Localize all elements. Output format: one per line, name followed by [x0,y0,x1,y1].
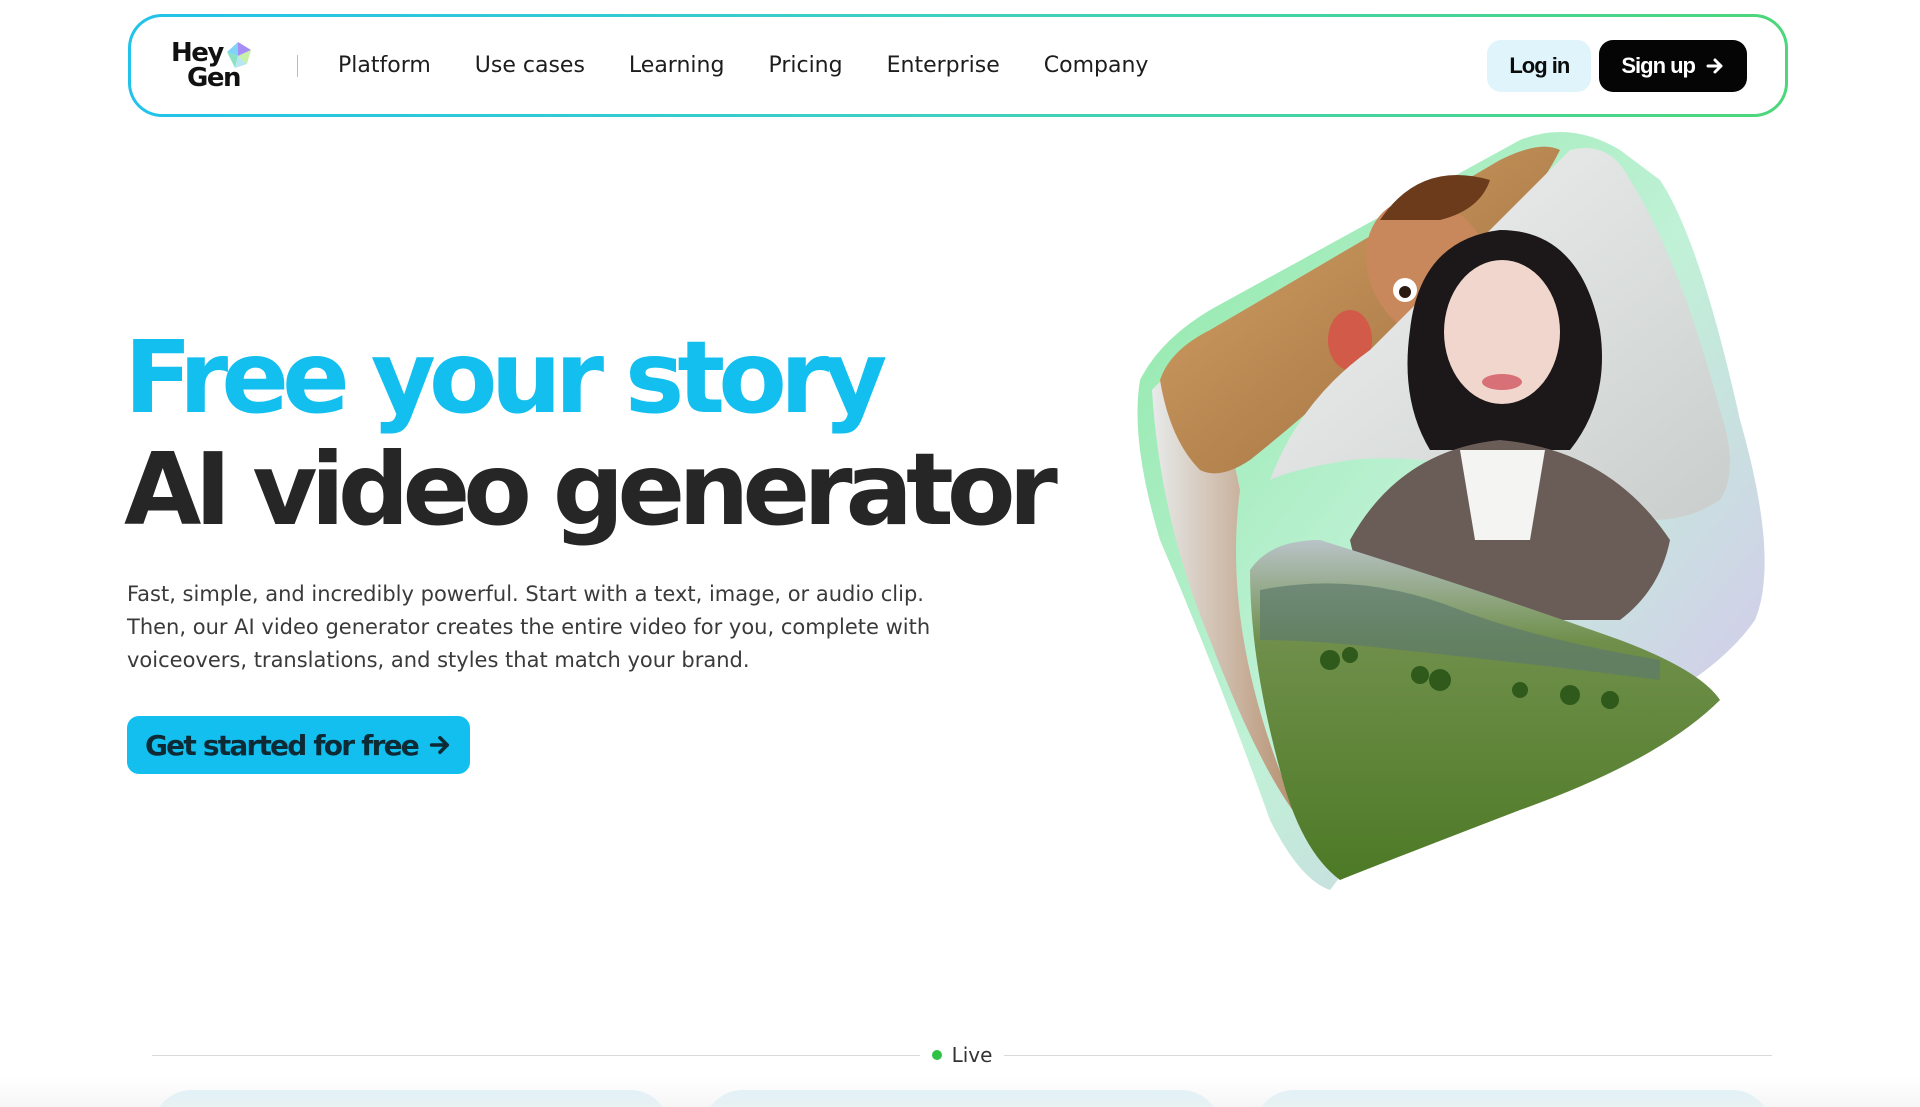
nav-link-platform[interactable]: Platform [338,53,431,78]
live-divider: Live [152,1043,1772,1067]
live-status-dot [931,1050,942,1060]
nav-link-use-cases[interactable]: Use cases [475,53,585,78]
signup-button-label: Sign up [1621,52,1696,78]
bottom-fade [0,1077,1920,1107]
divider-line-right [1004,1054,1772,1056]
arrow-right-icon [429,736,449,754]
signup-button[interactable]: Sign up [1599,39,1747,92]
heygen-gem-icon [227,41,251,68]
live-badge: Live [920,1043,1005,1067]
hero-description: Fast, simple, and incredibly powerful. S… [127,582,931,672]
login-button[interactable]: Log in [1487,39,1592,92]
navbar-inner: Hey Gen Platform Use cases Learning Pric… [131,17,1785,114]
heygen-logo[interactable]: Hey Gen [171,36,261,96]
hero-title-highlight: Free your story [124,319,887,436]
get-started-button[interactable]: Get started for free [127,716,470,774]
portrait-shirt [1460,450,1545,540]
cartoon-character-pupil [1399,286,1411,298]
top-navbar: Hey Gen Platform Use cases Learning Pric… [128,14,1788,117]
arrow-right-icon [1706,58,1723,73]
page: Hey Gen Platform Use cases Learning Pric… [0,0,1920,1107]
live-label: Live [951,1043,993,1067]
nav-link-pricing[interactable]: Pricing [768,53,842,78]
hero-video-cube-illustration [1137,132,1765,890]
portrait-lips [1482,374,1522,390]
nav-links: Platform Use cases Learning Pricing Ente… [338,53,1192,78]
nav-divider [297,54,298,77]
divider-line-left [152,1054,920,1056]
nav-actions: Log in Sign up [1487,39,1747,92]
hero-title-main: AI video generator [124,431,1058,548]
get-started-label: Get started for free [145,728,420,762]
nav-link-company[interactable]: Company [1044,53,1149,78]
nav-link-learning[interactable]: Learning [629,53,725,78]
nav-link-enterprise[interactable]: Enterprise [887,53,1000,78]
